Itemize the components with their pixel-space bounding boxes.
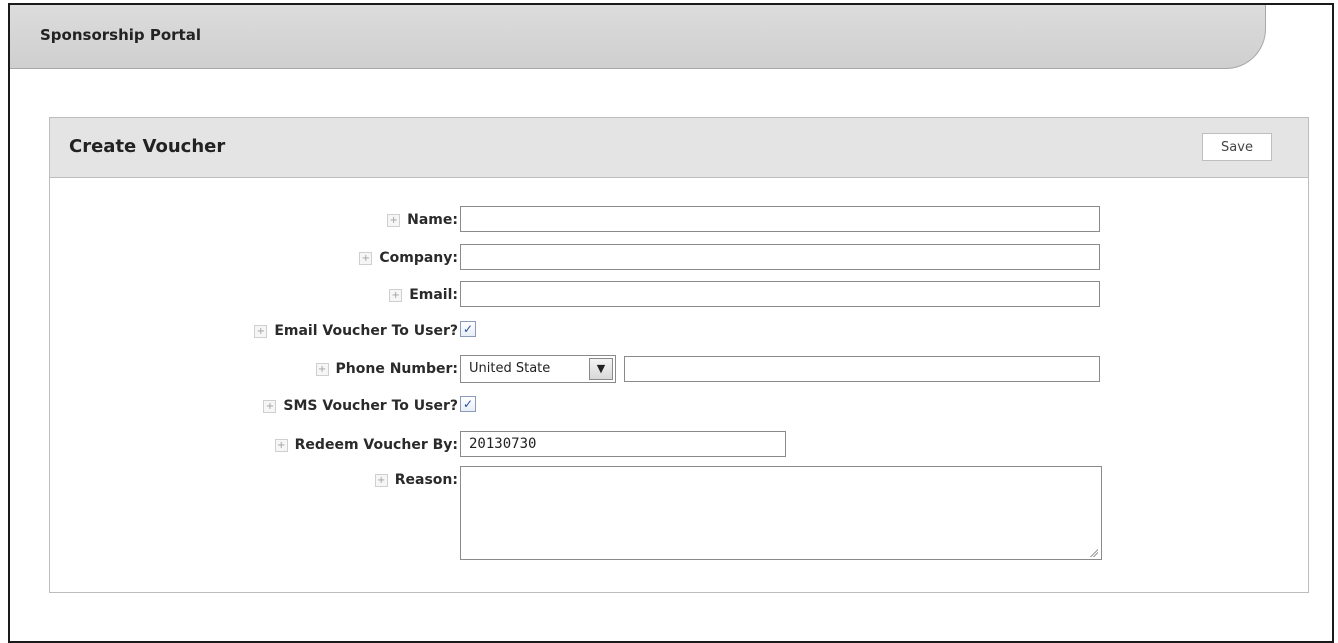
form-row-email-voucher: + Email Voucher To User? ✓ — [50, 317, 1308, 345]
email-input[interactable] — [460, 281, 1100, 307]
sms-voucher-label: SMS Voucher To User? — [283, 398, 458, 414]
plus-icon[interactable]: + — [389, 288, 403, 302]
form-row-reason: + Reason: — [50, 466, 1308, 560]
check-icon: ✓ — [463, 397, 474, 411]
plus-icon[interactable]: + — [254, 324, 268, 338]
phone-label: Phone Number: — [335, 361, 458, 377]
form-row-redeem-by: + Redeem Voucher By: — [50, 431, 1308, 459]
plus-icon[interactable]: + — [374, 473, 388, 487]
redeem-by-input[interactable] — [460, 431, 786, 457]
label-cell-reason: + Reason: — [374, 466, 458, 494]
company-input[interactable] — [460, 244, 1100, 270]
form-row-name: + Name: — [50, 206, 1308, 234]
panel-header: Create Voucher Save — [50, 118, 1308, 178]
email-voucher-checkbox[interactable]: ✓ — [460, 321, 476, 337]
save-button[interactable]: Save — [1202, 133, 1272, 161]
country-select[interactable]: United State ▼ — [460, 355, 616, 383]
country-value: United State — [469, 361, 551, 376]
label-cell-email-voucher: + Email Voucher To User? — [254, 317, 458, 345]
plus-icon[interactable]: + — [263, 399, 277, 413]
sms-voucher-checkbox[interactable]: ✓ — [460, 396, 476, 412]
resize-grip-icon[interactable] — [1089, 548, 1098, 557]
label-cell-sms-voucher: + SMS Voucher To User? — [263, 392, 458, 420]
label-cell-phone: + Phone Number: — [315, 355, 458, 383]
portal-title: Sponsorship Portal — [40, 26, 201, 44]
company-label: Company: — [379, 250, 458, 266]
create-voucher-panel: Create Voucher Save + Name: + Company: +… — [49, 117, 1309, 593]
form-row-phone: + Phone Number: United State ▼ — [50, 355, 1308, 383]
form-row-email: + Email: — [50, 281, 1308, 309]
plus-icon[interactable]: + — [387, 213, 401, 227]
label-cell-company: + Company: — [359, 244, 458, 272]
check-icon: ✓ — [463, 322, 474, 336]
redeem-by-label: Redeem Voucher By: — [294, 437, 458, 453]
plus-icon[interactable]: + — [315, 362, 329, 376]
chevron-down-icon[interactable]: ▼ — [589, 358, 613, 380]
label-cell-name: + Name: — [387, 206, 458, 234]
plus-icon[interactable]: + — [274, 438, 288, 452]
plus-icon[interactable]: + — [359, 251, 373, 265]
name-input[interactable] — [460, 206, 1100, 232]
form-row-sms-voucher: + SMS Voucher To User? ✓ — [50, 392, 1308, 420]
label-cell-redeem-by: + Redeem Voucher By: — [274, 431, 458, 459]
phone-input[interactable] — [624, 356, 1100, 382]
label-cell-email: + Email: — [389, 281, 458, 309]
name-label: Name: — [407, 212, 458, 228]
reason-label: Reason: — [394, 472, 458, 488]
email-label: Email: — [409, 287, 458, 303]
portal-header: Sponsorship Portal — [10, 5, 1266, 69]
email-voucher-label: Email Voucher To User? — [274, 323, 458, 339]
window-frame: Sponsorship Portal Create Voucher Save +… — [8, 3, 1334, 643]
reason-textarea[interactable] — [460, 466, 1102, 560]
form-row-company: + Company: — [50, 244, 1308, 272]
panel-title: Create Voucher — [69, 136, 226, 157]
